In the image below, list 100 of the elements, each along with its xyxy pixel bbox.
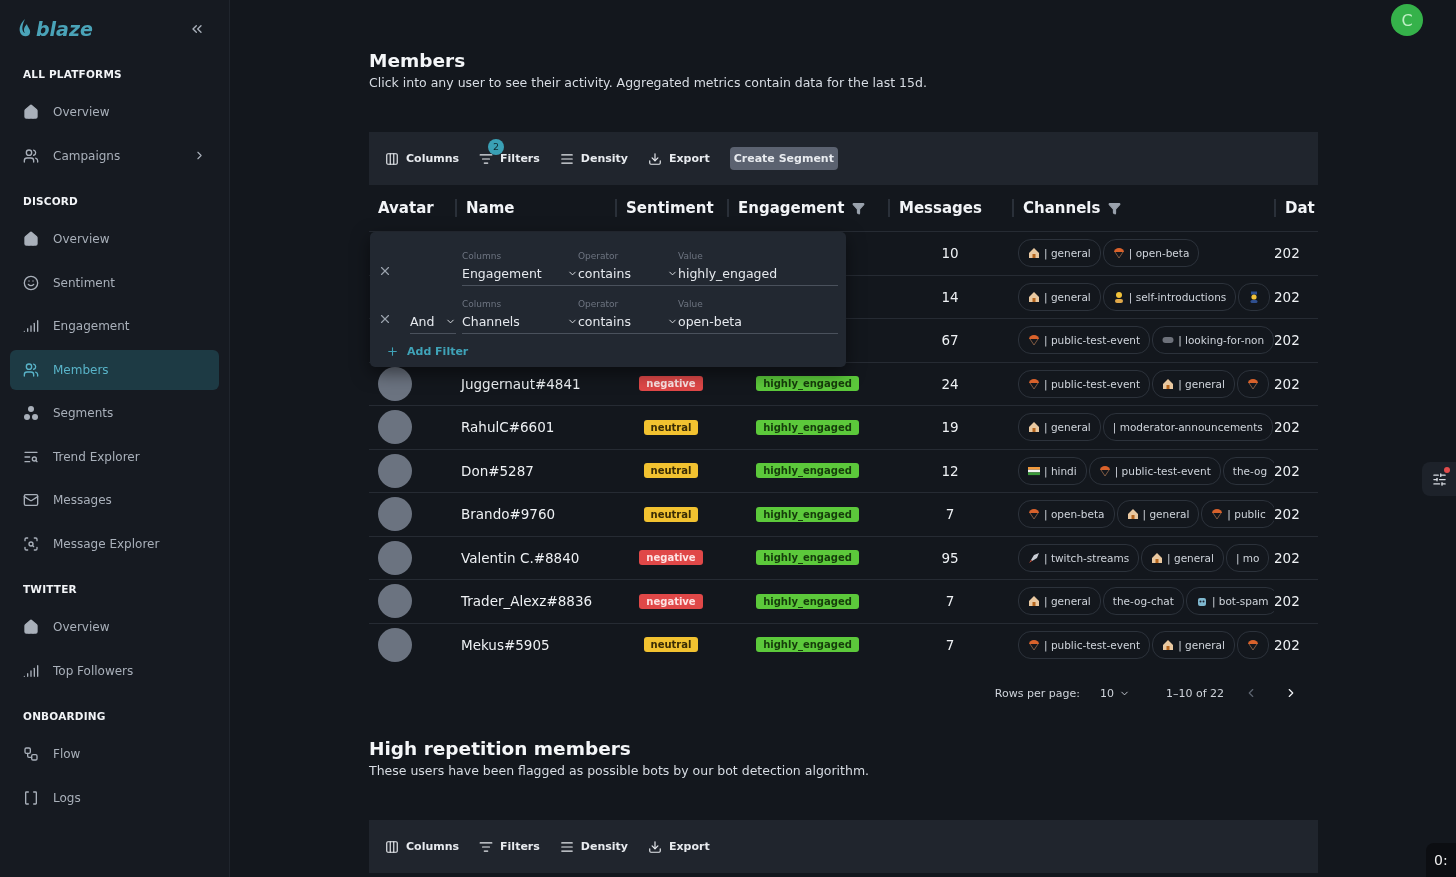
parachute-icon [1028, 638, 1040, 651]
download-icon [648, 839, 662, 854]
logo-text: blaze [36, 18, 93, 40]
nav-item[interactable]: Overview [10, 92, 219, 132]
channel-chip: | general [1116, 500, 1200, 529]
nav-item[interactable]: Trend Explorer [10, 436, 219, 477]
toolbar-button[interactable]: Export [648, 147, 710, 170]
nav-item[interactable]: Segments [10, 393, 219, 433]
person-icon [1112, 290, 1125, 303]
message-count: 19 [941, 419, 959, 436]
nav-item[interactable]: Top Followers [10, 650, 219, 691]
operator-select[interactable]: Operator contains [578, 299, 678, 334]
avatar-placeholder [378, 540, 412, 575]
smiley-icon [23, 274, 39, 291]
column-header[interactable]: Channels [1012, 199, 1274, 217]
nav-item[interactable]: Engagement [10, 306, 219, 346]
member-name: Trader_Alexz#8836 [460, 593, 593, 610]
channel-chip: | general [1141, 543, 1224, 572]
house-icon [1028, 247, 1040, 260]
density-icon [559, 151, 574, 166]
date-cell: 202 [1274, 375, 1300, 392]
date-cell: 202 [1274, 419, 1300, 436]
nav-item[interactable]: Logs [10, 777, 219, 818]
value-input[interactable]: Value open-beta [678, 299, 838, 334]
filter-lines-icon [479, 839, 494, 854]
mail-icon [23, 492, 39, 508]
member-name: Valentin C.#8840 [460, 549, 580, 566]
sentiment-tag: neutral [643, 419, 699, 435]
avatar-placeholder [378, 584, 412, 619]
member-name: RahulC#6601 [460, 419, 555, 436]
member-name: Mekus#5905 [460, 636, 550, 653]
house-icon [1028, 421, 1040, 434]
member-name: Juggernaut#4841 [459, 375, 581, 392]
brackets-icon [23, 789, 39, 806]
settings-float-button[interactable] [1422, 462, 1456, 496]
column-header[interactable]: Sentiment [615, 199, 727, 217]
add-filter-button[interactable]: Add Filter [380, 344, 475, 359]
nav-item[interactable]: Members [10, 349, 219, 390]
nav-item[interactable]: Overview [10, 219, 219, 259]
sentiment-tag: neutral [643, 463, 699, 479]
channel-chip: | moderator-announcements [1102, 413, 1273, 442]
column-header[interactable]: Avatar [369, 199, 455, 217]
parachute-icon [1211, 508, 1224, 521]
parachute-icon [1112, 247, 1125, 260]
channel-chip: | general [1152, 630, 1235, 659]
close-icon [378, 312, 392, 326]
channel-chip: | general [1018, 282, 1101, 311]
engagement-tag: highly_engaged [756, 419, 859, 435]
dots-icon [23, 405, 39, 421]
date-cell: 202 [1274, 593, 1300, 610]
nav-item[interactable]: Messages [10, 480, 219, 520]
toolbar-button[interactable]: Export [648, 835, 710, 858]
date-cell: 202 [1274, 288, 1300, 305]
nav-item[interactable]: Overview [10, 607, 219, 647]
value-input[interactable]: Value highly_engaged [678, 251, 838, 286]
toolbar-button[interactable]: Density [559, 147, 628, 170]
filter-lines-icon [479, 151, 494, 166]
flag-icon [1028, 464, 1040, 477]
parachute-icon [1246, 377, 1259, 390]
operator-select[interactable]: Operator contains [578, 251, 678, 286]
avatar-placeholder [378, 497, 412, 532]
sentiment-tag: neutral [643, 637, 699, 653]
channel-chip: | public-test-event [1018, 369, 1151, 398]
toolbar-button[interactable]: Create Segment [729, 147, 838, 170]
column-header[interactable]: Name [455, 199, 615, 217]
toolbar-button[interactable]: Filters [479, 835, 540, 858]
column-header[interactable]: Engagement [727, 199, 888, 217]
channel-chip: | public-test-event [1018, 630, 1151, 659]
filter-count-badge: 2 [488, 138, 505, 155]
rows-per-page-select[interactable]: 10 [1093, 685, 1136, 701]
nav-item[interactable]: Sentiment [10, 262, 219, 303]
house-icon [1162, 638, 1175, 651]
column-header[interactable]: Dat [1274, 199, 1318, 217]
toolbar-button[interactable]: Columns [385, 147, 460, 170]
message-count: 24 [941, 375, 959, 392]
message-count: 67 [941, 332, 959, 349]
column-select[interactable]: Columns Engagement [462, 251, 578, 286]
channel-chip: | public-test-event [1088, 456, 1221, 485]
column-select[interactable]: Columns Channels [462, 299, 578, 334]
close-icon [378, 264, 392, 278]
toolbar-button[interactable]: Columns [385, 835, 460, 858]
sentiment-tag: negative [639, 593, 703, 609]
parachute-icon [1028, 508, 1040, 521]
nav-item[interactable]: Message Explorer [10, 523, 219, 564]
channel-chip: the-og-chat [1102, 587, 1184, 616]
conjunction-select[interactable]: And [410, 314, 456, 334]
section-title: High repetition members [369, 738, 632, 759]
page-subtitle: Click into any user to see their activity. Aggregated metrics contain data for the last 15d. [369, 75, 928, 90]
nav-item[interactable]: Campaigns [10, 135, 219, 176]
channel-chip: | self-introductions [1102, 282, 1237, 311]
channel-chip: | twitch-streams [1018, 543, 1140, 572]
date-cell: 202 [1274, 332, 1300, 349]
house-icon [1162, 377, 1175, 390]
parachute-icon [1246, 638, 1259, 651]
nav-item[interactable]: Flow [10, 734, 219, 774]
channel-chip: | public-test-event [1018, 326, 1151, 355]
toolbar-button[interactable]: Density [559, 835, 628, 858]
home-icon [23, 231, 39, 247]
message-count: 7 [945, 636, 955, 653]
column-header[interactable]: Messages [888, 199, 1012, 217]
